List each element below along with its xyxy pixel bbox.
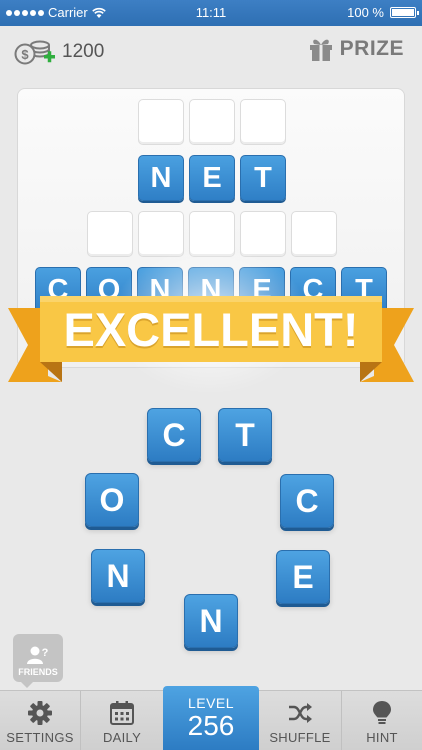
coin-count: 1200: [62, 41, 105, 62]
calendar-icon: [110, 701, 134, 725]
coin-balance[interactable]: $ 1200: [14, 38, 104, 66]
svg-text:?: ?: [42, 647, 49, 659]
letter-slot: [189, 99, 235, 145]
banner-text: EXCELLENT!: [63, 302, 359, 356]
gear-icon: [28, 701, 52, 725]
status-right: 100 %: [347, 5, 419, 20]
settings-button[interactable]: SETTINGS: [0, 691, 80, 750]
gift-icon: [309, 39, 332, 61]
lightbulb-icon: [373, 701, 391, 724]
level-button[interactable]: LEVEL 256: [163, 686, 259, 750]
coin-stack-plus-icon: $: [14, 40, 55, 65]
letter-tile: E: [189, 155, 235, 201]
daily-label: DAILY: [102, 730, 142, 745]
prize-button[interactable]: PRIZE: [308, 36, 404, 62]
wheel-letter[interactable]: T: [218, 408, 272, 462]
battery-percent: 100 %: [347, 5, 384, 20]
battery-icon: [390, 7, 419, 18]
excellent-banner: EXCELLENT!: [0, 292, 422, 388]
wheel-letter[interactable]: C: [147, 408, 201, 462]
hint-label: HINT: [366, 730, 398, 745]
letter-slot: [138, 99, 184, 145]
letter-tile: N: [138, 155, 184, 201]
level-number: 256: [187, 710, 235, 741]
level-label: LEVEL: [187, 695, 235, 711]
wheel-letter[interactable]: O: [85, 473, 139, 527]
hint-button[interactable]: HINT: [342, 691, 422, 750]
wheel-letter[interactable]: C: [280, 474, 334, 528]
svg-text:$: $: [21, 47, 29, 62]
wheel-letter[interactable]: E: [276, 550, 330, 604]
letter-tile: T: [240, 155, 286, 201]
prize-label: PRIZE: [339, 37, 404, 60]
wheel-letter[interactable]: N: [91, 549, 145, 603]
shuffle-button[interactable]: SHUFFLE: [259, 691, 341, 750]
status-bar: Carrier 11:11 100 %: [0, 0, 422, 26]
shuffle-label: SHUFFLE: [269, 730, 331, 745]
friends-button[interactable]: ? FRIENDS: [13, 634, 63, 688]
daily-button[interactable]: DAILY: [81, 691, 163, 750]
shuffle-icon: [289, 703, 312, 723]
friend-question-icon: ?: [27, 646, 49, 664]
friends-label: FRIENDS: [18, 667, 58, 677]
letter-slot: [240, 99, 286, 145]
settings-label: SETTINGS: [6, 730, 74, 745]
wheel-letter[interactable]: N: [184, 594, 238, 648]
